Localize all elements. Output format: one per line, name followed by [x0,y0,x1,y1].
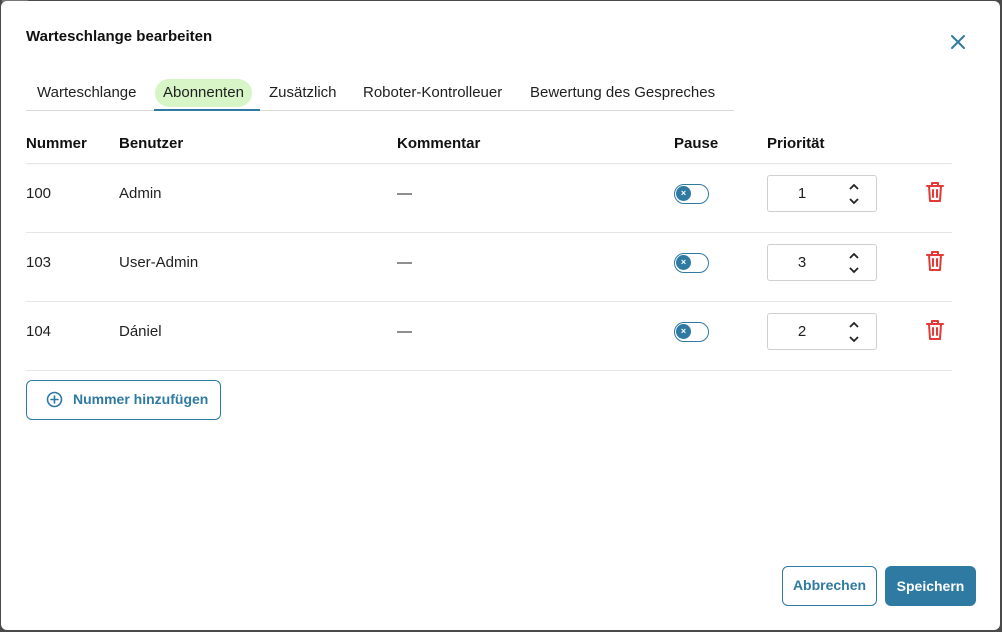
add-number-label: Nummer hinzufügen [73,391,209,407]
tab-warteschlange[interactable]: Warteschlange [29,79,145,107]
toggle-off-icon: × [676,255,691,270]
row-comment: — [397,323,412,340]
active-tab-indicator [154,109,260,111]
row-comment: — [397,185,412,202]
tab-abonnenten[interactable]: Abonnenten [155,79,252,107]
table-row: 103 User-Admin — × 3 [26,233,952,302]
pause-toggle[interactable]: × [674,184,709,204]
cancel-button[interactable]: Abbrechen [782,566,877,606]
row-comment: — [397,254,412,271]
pause-toggle[interactable]: × [674,253,709,273]
header-comment: Kommentar [397,135,481,152]
table-header: Nummer Benutzer Kommentar Pause Prioritä… [26,124,952,164]
table-row: 100 Admin — × 1 [26,164,952,233]
tab-zusaetzlich[interactable]: Zusätzlich [261,79,345,107]
toggle-off-icon: × [676,324,691,339]
priority-stepper[interactable]: 1 [767,175,877,212]
header-user: Benutzer [119,135,184,152]
stepper-arrows-icon[interactable] [848,181,860,207]
row-user: Dániel [119,323,162,340]
tab-bewertung[interactable]: Bewertung des Gespreches [522,79,723,107]
header-priority: Priorität [767,135,825,152]
add-number-button[interactable]: Nummer hinzufügen [26,380,221,420]
tab-roboter-kontrolleuer[interactable]: Roboter-Kontrolleuer [355,79,510,107]
delete-icon[interactable] [924,318,946,342]
row-user: User-Admin [119,254,199,271]
priority-stepper[interactable]: 3 [767,244,877,281]
row-number: 100 [26,185,52,202]
toggle-off-icon: × [676,186,691,201]
priority-stepper[interactable]: 2 [767,313,877,350]
pause-toggle[interactable]: × [674,322,709,342]
header-pause: Pause [674,135,719,152]
stepper-arrows-icon[interactable] [848,250,860,276]
delete-icon[interactable] [924,249,946,273]
stepper-arrows-icon[interactable] [848,319,860,345]
close-icon[interactable] [947,31,969,53]
tab-bar: Warteschlange Abonnenten Zusätzlich Robo… [26,78,734,111]
add-circle-icon [46,391,63,408]
row-user: Admin [119,185,162,202]
header-number: Nummer [26,135,87,152]
save-button[interactable]: Speichern [885,566,976,606]
priority-value[interactable]: 3 [768,254,836,271]
row-number: 103 [26,254,52,271]
priority-value[interactable]: 2 [768,323,836,340]
delete-icon[interactable] [924,180,946,204]
row-number: 104 [26,323,52,340]
subscribers-table: Nummer Benutzer Kommentar Pause Prioritä… [26,124,952,371]
dialog-title: Warteschlange bearbeiten [26,28,213,45]
edit-queue-dialog: Warteschlange bearbeiten Warteschlange A… [1,1,1000,630]
table-row: 104 Dániel — × 2 [26,302,952,371]
priority-value[interactable]: 1 [768,185,836,202]
